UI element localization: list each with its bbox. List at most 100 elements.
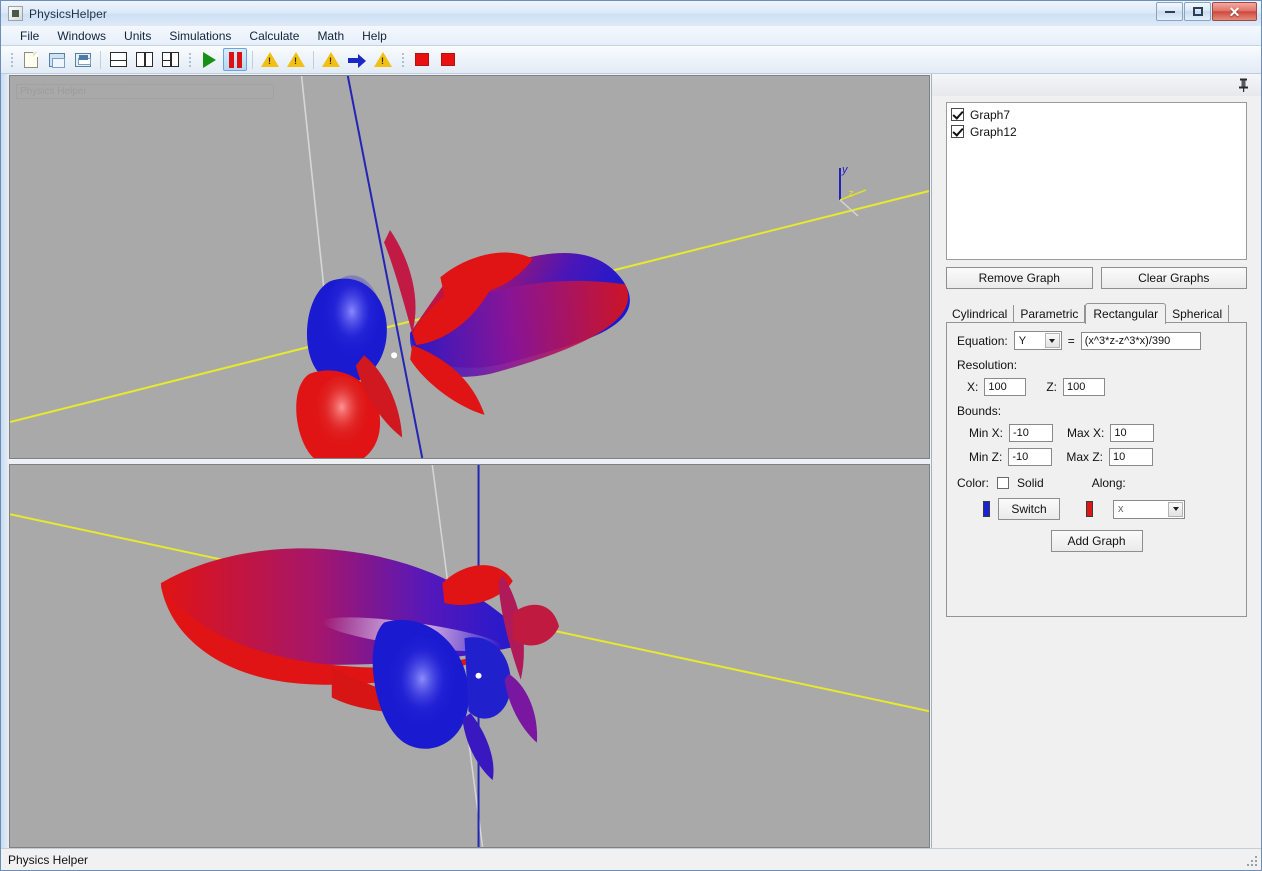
pause-icon [228,51,242,68]
coordinate-system-tabs: Cylindrical Parametric Rectangular Spher… [946,303,1247,324]
embedded-window-title: Physics Helper [16,84,274,99]
pause-button[interactable] [223,48,247,71]
new-document-icon [24,51,38,68]
color-start-swatch[interactable] [983,501,990,517]
list-item[interactable]: Graph7 [951,106,1242,123]
clear-graphs-button[interactable]: Clear Graphs [1100,267,1247,289]
tab-rectangular[interactable]: Rectangular [1085,303,1167,324]
minimize-button[interactable] [1156,2,1183,21]
viewport-bottom[interactable]: y z [9,464,930,848]
resize-grip[interactable] [1245,854,1259,868]
menu-bar: File Windows Units Simulations Calculate… [1,26,1261,46]
color-label: Color: [957,476,990,490]
toolbar [1,46,1261,74]
graph-checkbox[interactable] [951,125,964,138]
max-z-input[interactable] [1109,448,1154,466]
toolbar-separator [100,50,101,69]
toolbar-separator-2 [252,50,253,69]
along-axis-value: x [1118,503,1124,515]
tab-cylindrical[interactable]: Cylindrical [946,305,1015,323]
menu-windows[interactable]: Windows [48,27,115,45]
split-vertical-icon [135,52,153,67]
viewport-container: Physics Helper y z [9,74,931,848]
tab-spherical[interactable]: Spherical [1166,305,1230,323]
axis-gizmo-top: y z [818,158,888,218]
equation-variable-value: Y [1018,334,1027,347]
stop-button-1[interactable] [410,48,434,71]
window-title: PhysicsHelper [29,6,107,21]
switch-colors-button[interactable]: Switch [998,498,1060,520]
tab-parametric[interactable]: Parametric [1014,305,1086,323]
save-document-button[interactable] [71,48,95,71]
warning-icon [261,52,279,67]
resolution-label: Resolution: [957,358,1018,372]
menu-units[interactable]: Units [115,27,160,45]
application-window: PhysicsHelper ✕ File Windows Units Simul… [0,0,1262,871]
chevron-down-icon[interactable] [1044,333,1060,348]
surface-plot-top [10,76,929,458]
menu-math[interactable]: Math [308,27,353,45]
resolution-z-input[interactable] [1063,378,1106,396]
min-x-input[interactable] [1009,424,1054,442]
warning-button-3[interactable] [319,48,343,71]
menu-calculate[interactable]: Calculate [240,27,308,45]
graph-checkbox[interactable] [951,108,964,121]
menu-simulations[interactable]: Simulations [160,27,240,45]
warning-button-1[interactable] [258,48,282,71]
pushpin-icon[interactable] [1238,78,1249,92]
menu-file[interactable]: File [11,27,48,45]
open-document-button[interactable] [45,48,69,71]
warning-button-4[interactable] [371,48,395,71]
equation-label: Equation: [957,333,1008,348]
equation-variable-select[interactable]: Y [1013,331,1062,350]
menu-help[interactable]: Help [353,27,396,45]
play-button[interactable] [197,48,221,71]
new-document-button[interactable] [19,48,43,71]
resolution-x-label: X: [967,380,979,394]
max-x-input[interactable] [1110,424,1155,442]
toolbar-grip-2[interactable] [186,51,193,69]
viewport-top[interactable]: Physics Helper y z [9,75,930,459]
add-graph-button[interactable]: Add Graph [1050,530,1143,552]
equation-input[interactable] [1080,331,1201,350]
graph-label: Graph12 [970,124,1017,139]
bounds-z-row: Min Z: Max Z: [957,448,1236,466]
minimize-icon [1164,10,1175,13]
min-z-label: Min Z: [969,450,1003,464]
application-icon [8,6,23,21]
toolbar-grip[interactable] [8,51,15,69]
split-quad-button[interactable] [158,48,182,71]
save-document-icon [75,52,91,67]
title-bar: PhysicsHelper ✕ [1,1,1261,26]
panel-header [932,74,1261,96]
warning-icon [374,52,392,67]
remove-graph-button[interactable]: Remove Graph [946,267,1093,289]
along-axis-select[interactable]: x [1113,499,1185,519]
warning-icon [287,52,305,67]
color-end-swatch[interactable] [1086,501,1093,517]
panel-content: Graph7 Graph12 Remove Graph Clear Graphs… [932,96,1261,848]
split-vertical-button[interactable] [132,48,156,71]
warning-button-2[interactable] [284,48,308,71]
toolbar-separator-3 [313,50,314,69]
min-z-input[interactable] [1008,448,1053,466]
maximize-button[interactable] [1184,2,1211,21]
surface-plot-bottom [10,465,929,847]
bounds-label: Bounds: [957,404,1002,418]
split-horizontal-button[interactable] [106,48,130,71]
resolution-x-input[interactable] [984,378,1027,396]
solid-checkbox[interactable] [997,477,1010,489]
toolbar-grip-3[interactable] [399,51,406,69]
window-controls: ✕ [1155,2,1257,21]
list-item[interactable]: Graph12 [951,123,1242,140]
split-quad-icon [161,52,179,67]
split-horizontal-icon [109,52,127,67]
stop-button-2[interactable] [436,48,460,71]
chevron-down-icon[interactable] [1168,501,1183,517]
maximize-icon [1192,7,1203,16]
step-forward-button[interactable] [345,48,369,71]
main-area: Physics Helper y z Graph7 Graph12 Remove… [1,74,1261,848]
graph-list[interactable]: Graph7 Graph12 [946,102,1247,260]
close-button[interactable]: ✕ [1212,2,1257,21]
graph-label: Graph7 [970,107,1011,122]
